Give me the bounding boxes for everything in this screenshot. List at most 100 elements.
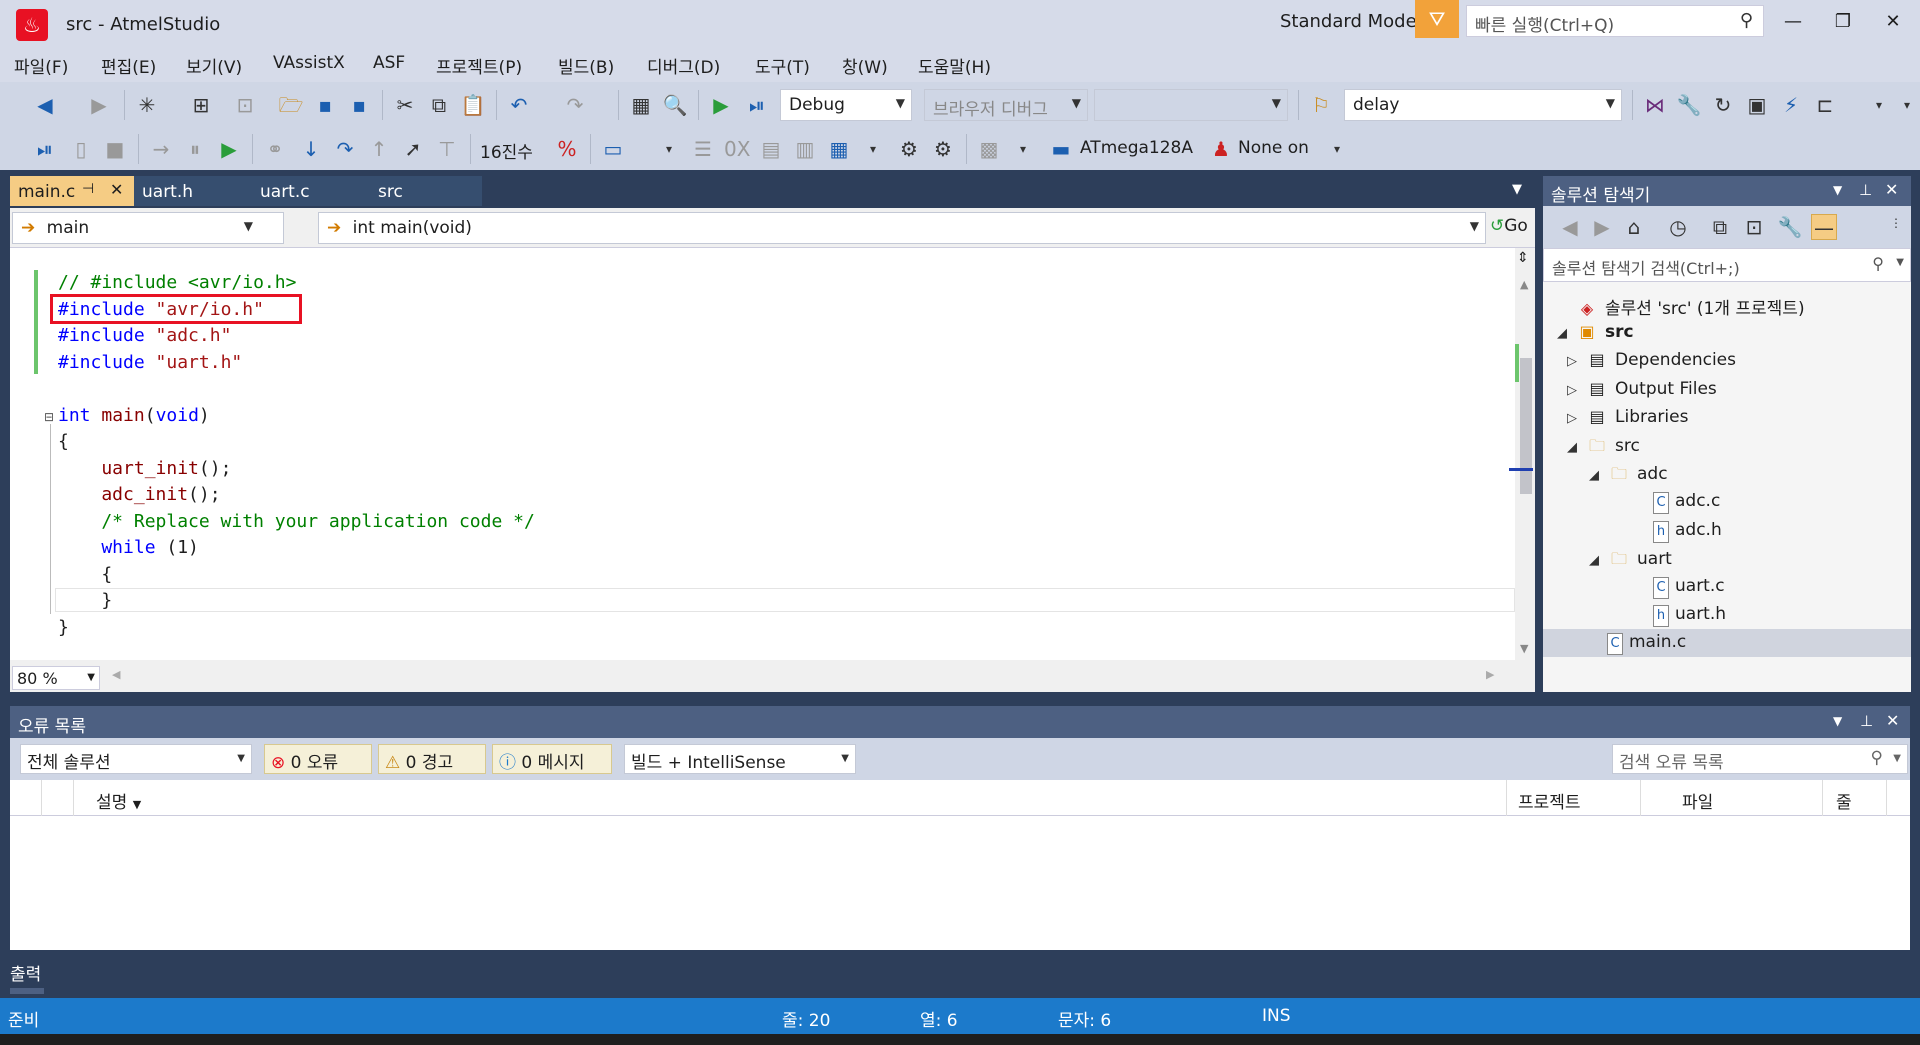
device-chip-icon[interactable]: ▬ [1048, 136, 1074, 162]
tree-item[interactable]: h adc.h [1635, 520, 1722, 543]
tree-item[interactable]: ▷ ▤ Output Files [1567, 379, 1717, 399]
expand-icon[interactable]: ▷ [1567, 383, 1585, 398]
menu-view[interactable]: 보기(V) [186, 53, 242, 78]
collapse-icon[interactable]: ◢ [1567, 440, 1585, 455]
tab-list-dropdown-icon[interactable]: ▼ [1512, 182, 1522, 197]
solution-explorer-search[interactable]: 솔루션 탐색기 검색(Ctrl+;) ⚲ ▼ [1543, 248, 1911, 282]
scroll-right-icon[interactable]: ▶ [1486, 668, 1494, 681]
member-select[interactable]: ➔ int main(void) ▼ [318, 212, 1486, 244]
column-project[interactable]: 프로젝트 [1518, 788, 1581, 813]
find-combo[interactable]: delay ▼ [1344, 89, 1622, 121]
tab-uart-c[interactable]: uart.c [252, 176, 370, 206]
column-description[interactable]: 설명 ▼ [96, 788, 141, 813]
set-next-statement-icon[interactable]: ⊤ [434, 136, 460, 162]
menu-edit[interactable]: 편집(E) [101, 53, 156, 78]
close-panel-icon[interactable]: ✕ [1886, 711, 1899, 730]
io-view-icon[interactable]: ▦ [826, 136, 852, 162]
scope-select[interactable]: ➔ main ▼ [12, 212, 284, 244]
collapse-icon[interactable]: ◢ [1557, 326, 1575, 341]
quick-launch-input[interactable]: 빠른 실행(Ctrl+Q) ⚲ [1466, 5, 1764, 37]
tab-uart-h[interactable]: uart.h [134, 176, 252, 206]
run-to-cursor-icon[interactable]: ➚ [400, 136, 426, 162]
overflow-icon[interactable]: ▾ [1866, 92, 1892, 118]
scroll-thumb[interactable] [1520, 358, 1532, 494]
back-icon[interactable]: ◀ [1557, 214, 1583, 240]
solution-configurations-icon[interactable]: ▦ [628, 92, 654, 118]
history-icon[interactable]: ◷ [1665, 214, 1691, 240]
menu-help[interactable]: 도움말(H) [918, 53, 991, 78]
show-next-statement-icon[interactable]: → [148, 136, 174, 162]
tab-main-c[interactable]: main.c ⊣ ✕ [10, 176, 134, 206]
tree-item[interactable]: ▷ ▤ Dependencies [1567, 350, 1736, 370]
overflow-icon[interactable]: ▾ [860, 136, 886, 162]
tree-item[interactable]: Cuart.c [1635, 576, 1725, 599]
menu-asf[interactable]: ASF [373, 53, 405, 73]
menu-project[interactable]: 프로젝트(P) [436, 53, 522, 78]
panel-menu-icon[interactable]: ▼ [1833, 714, 1842, 728]
collapse-icon[interactable]: ⊟ [44, 410, 54, 424]
find-icon[interactable]: 🔍 [662, 92, 688, 118]
expand-icon[interactable]: ▷ [1567, 411, 1585, 426]
menu-build[interactable]: 빌드(B) [558, 53, 614, 78]
step-out-icon[interactable]: ↑ [366, 136, 392, 162]
tree-item[interactable]: ◈ 솔루션 'src' (1개 프로젝트) [1557, 294, 1805, 319]
attach-icon[interactable]: ▯ [68, 136, 94, 162]
terminal-icon[interactable]: ⊏ [1812, 92, 1838, 118]
errors-filter-button[interactable]: ⊗ 0 오류 [264, 744, 372, 774]
column-file[interactable]: 파일 [1682, 788, 1713, 813]
trace-icon[interactable]: ▩ [976, 136, 1002, 162]
tree-item[interactable]: h uart.h [1635, 604, 1726, 628]
menu-tools[interactable]: 도구(T) [755, 53, 810, 78]
tree-item[interactable]: ◢ 🗀 adc [1589, 463, 1668, 490]
device-programming-icon[interactable]: ⚙ [896, 136, 922, 162]
chip-icon[interactable]: ▣ [1744, 92, 1770, 118]
start-without-debugging-icon[interactable]: ⏯ [744, 92, 770, 118]
tree-item[interactable]: Cmain.c [1543, 629, 1911, 658]
browser-debug-select[interactable]: 브라우저 디버그 ▼ [924, 89, 1088, 121]
disassembly-icon[interactable]: ☰ [690, 136, 716, 162]
tree-item[interactable]: Cadc.c [1635, 491, 1720, 515]
error-search-input[interactable]: 검색 오류 목록 ⚲ ▼ [1612, 744, 1908, 774]
tree-item[interactable]: ▷ ▤ Libraries [1567, 407, 1688, 427]
build-source-select[interactable]: 빌드 + IntelliSense ▼ [624, 744, 856, 774]
close-window-icon[interactable]: ✕ [1876, 8, 1910, 36]
registers-icon[interactable]: 0X [724, 136, 750, 162]
windows-icon[interactable]: ▭ [600, 136, 626, 162]
show-all-files-icon[interactable]: ⊡ [1741, 214, 1767, 240]
device-selector[interactable]: ATmega128A [1080, 138, 1193, 158]
percent-icon[interactable]: % [554, 136, 580, 162]
stop-icon[interactable]: ■ [102, 136, 128, 162]
start-debug-break-icon[interactable]: ⏯ [32, 136, 58, 162]
hex-display-button[interactable]: 16진수 [480, 138, 533, 163]
tree-item[interactable]: ◢ ▣ src [1557, 322, 1634, 342]
step-over-icon[interactable]: ↷ [332, 136, 358, 162]
open-file-icon[interactable]: 🗁 [278, 92, 304, 118]
scope-filter-select[interactable]: 전체 솔루션 ▼ [20, 744, 252, 774]
code-editor[interactable]: ⊟ // #include <avr/io.h> #include "avr/io… [10, 248, 1535, 660]
panel-menu-icon[interactable]: ▼ [1833, 183, 1842, 197]
add-existing-icon[interactable]: ⊡ [232, 92, 258, 118]
redo-icon[interactable]: ↷ [562, 92, 588, 118]
find-in-files-icon[interactable]: ⚐ [1308, 92, 1334, 118]
scroll-up-icon[interactable]: ▲ [1520, 278, 1528, 291]
vertical-scrollbar[interactable]: ⇕ ▲ ▼ [1509, 248, 1535, 660]
collapse-all-icon[interactable]: ⧉ [1707, 214, 1733, 240]
save-all-icon[interactable]: ▪ [346, 92, 372, 118]
preview-icon[interactable]: — [1811, 214, 1837, 240]
go-button[interactable]: ↺Go [1490, 216, 1528, 236]
step-into-icon[interactable]: ↓ [298, 136, 324, 162]
tab-src[interactable]: src [370, 176, 482, 206]
home-icon[interactable]: ⌂ [1621, 214, 1647, 240]
pin-icon[interactable]: ⊥ [1859, 181, 1872, 199]
back-icon[interactable]: ◀ [32, 92, 58, 118]
cut-icon[interactable]: ✂ [392, 92, 418, 118]
scroll-left-icon[interactable]: ◀ [112, 668, 120, 681]
menu-file[interactable]: 파일(F) [14, 53, 68, 78]
minimize-icon[interactable]: — [1776, 8, 1810, 36]
warnings-filter-button[interactable]: ⚠ 0 경고 [378, 744, 486, 774]
start-debugging-icon[interactable]: ▶ [708, 92, 734, 118]
save-icon[interactable]: ▪ [312, 92, 338, 118]
undo-icon[interactable]: ↶ [506, 92, 532, 118]
copy-icon[interactable]: ⧉ [426, 92, 452, 118]
properties-icon[interactable]: 🔧 [1777, 214, 1803, 240]
